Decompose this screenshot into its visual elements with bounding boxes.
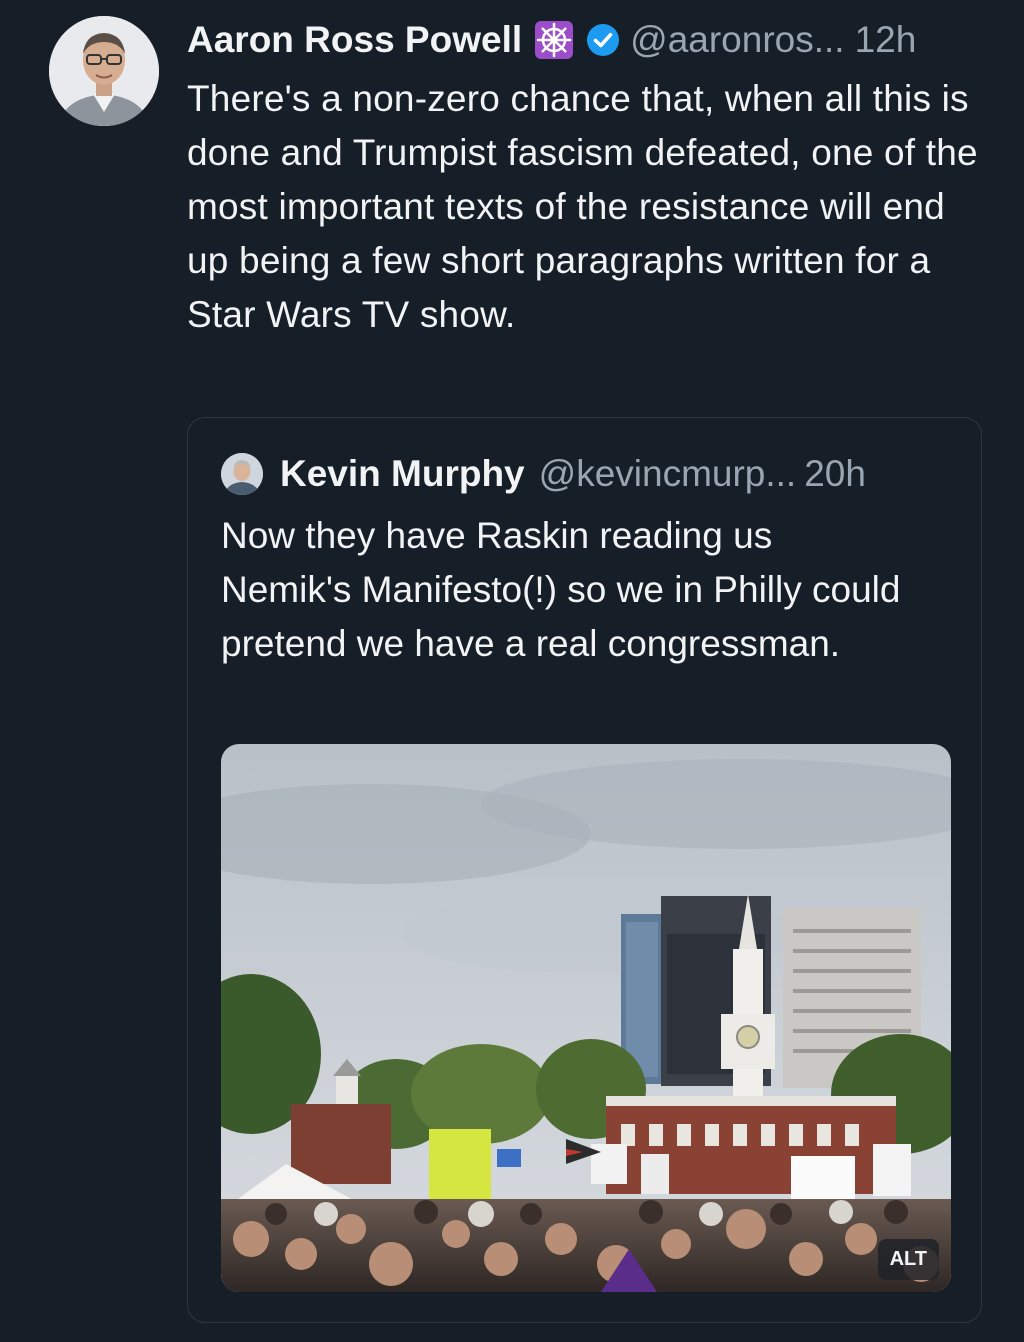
quoted-author-display-name[interactable]: Kevin Murphy [280,453,525,495]
author-handle[interactable]: @aaronros... [630,19,844,61]
quoted-author-avatar-image [221,453,263,495]
quoted-author-handle[interactable]: @kevincmurp... [539,453,797,495]
quoted-post-header: Kevin Murphy @kevincmurp... 20h [221,450,961,498]
verified-check-icon [586,23,620,57]
quoted-post-card[interactable]: Kevin Murphy @kevincmurp... 20h Now they… [187,417,982,1323]
quoted-post-text: Now they have Raskin reading us Nemik's … [221,515,901,664]
quoted-post-timestamp[interactable]: 20h [804,453,866,495]
post-header: Aaron Ross Powell @aaronros... 12h [187,14,994,66]
author-avatar[interactable] [49,16,159,126]
author-display-name[interactable]: Aaron Ross Powell [187,19,522,61]
post-text: There's a non-zero chance that, when all… [187,78,978,335]
rally-photo [221,744,951,1292]
alt-text-button[interactable]: ALT [877,1239,939,1280]
author-avatar-image [49,16,159,126]
post-timestamp[interactable]: 12h [855,19,917,61]
quoted-post-image[interactable]: ALT [221,744,951,1292]
quoted-author-avatar[interactable] [221,453,263,495]
ship-wheel-icon [534,20,574,60]
